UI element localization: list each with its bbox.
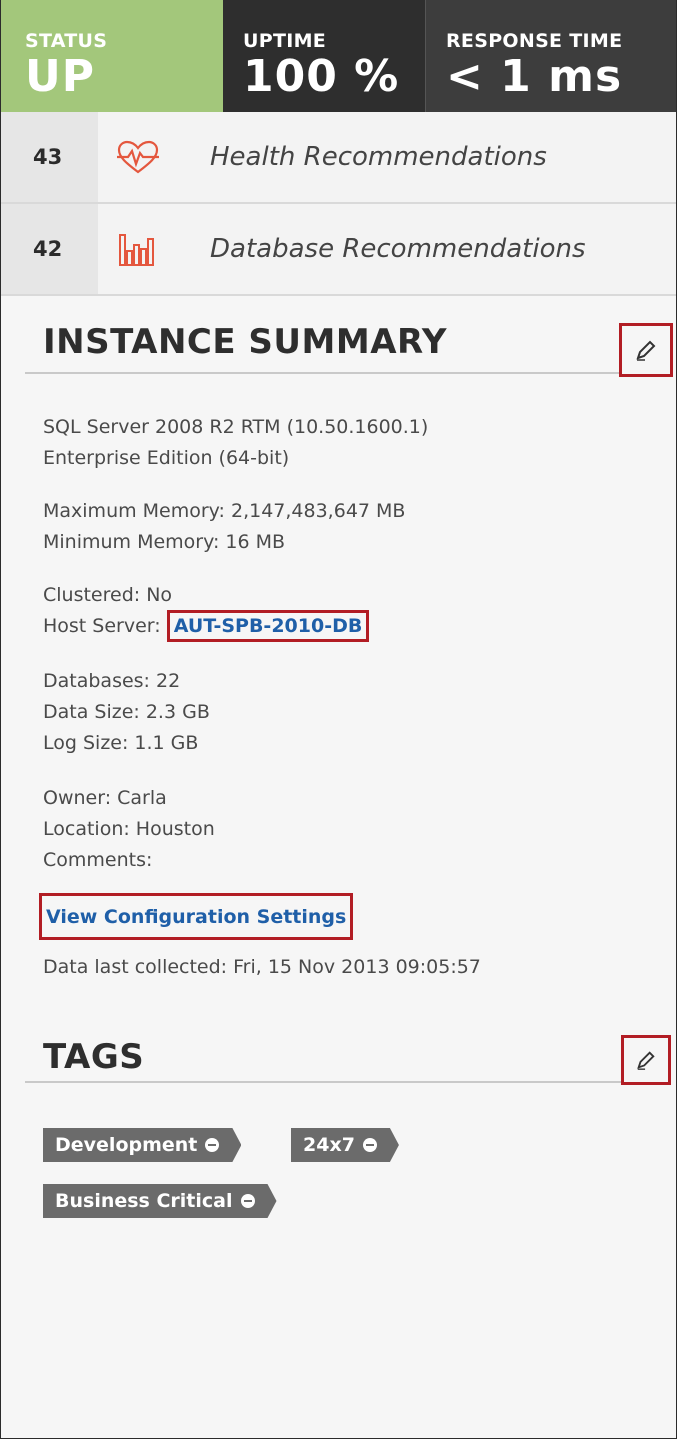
view-config-wrap: View Configuration Settings <box>39 893 354 940</box>
owner: Owner: Carla <box>43 787 167 809</box>
min-memory: Minimum Memory: 16 MB <box>43 531 286 553</box>
health-recommendations-row[interactable]: 43 Health Recommendations <box>1 112 676 204</box>
edition-line: Enterprise Edition (64-bit) <box>43 447 290 469</box>
tag-label: Development <box>55 1134 198 1156</box>
clustered: Clustered: No <box>43 584 173 606</box>
response-time-tile: RESPONSE TIME < 1 ms <box>425 0 676 112</box>
uptime-value: 100 % <box>243 51 400 102</box>
sql-version: SQL Server 2008 R2 RTM (10.50.1600.1) En… <box>43 412 428 474</box>
instance-details-panel: STATUS UP UPTIME 100 % RESPONSE TIME < 1… <box>0 0 677 1439</box>
status-label: STATUS <box>25 30 108 52</box>
pencil-icon <box>636 340 656 361</box>
health-recommendations-label: Health Recommendations <box>210 142 547 172</box>
status-bar: STATUS UP UPTIME 100 % RESPONSE TIME < 1… <box>1 0 676 112</box>
tag-24x7: 24x7 <box>291 1128 399 1162</box>
database-recommendations-label: Database Recommendations <box>210 234 586 264</box>
sql-version-line: SQL Server 2008 R2 RTM (10.50.1600.1) <box>43 416 429 438</box>
databases-count: Databases: 22 <box>43 670 181 692</box>
host-server-link[interactable]: AUT-SPB-2010-DB <box>166 610 370 642</box>
remove-tag-icon[interactable] <box>363 1138 377 1152</box>
tag-label: 24x7 <box>303 1134 355 1156</box>
uptime-tile: UPTIME 100 % <box>223 0 425 112</box>
instance-summary-title: INSTANCE SUMMARY <box>43 322 447 362</box>
uptime-label: UPTIME <box>243 30 327 52</box>
response-time-label: RESPONSE TIME <box>446 30 623 52</box>
data-size: Data Size: 2.3 GB <box>43 701 210 723</box>
bar-chart-icon <box>108 231 168 267</box>
last-collected: Data last collected: Fri, 15 Nov 2013 09… <box>43 956 481 978</box>
health-recommendations-count: 43 <box>1 112 98 202</box>
edit-instance-summary-button[interactable] <box>619 323 673 377</box>
tag-development: Development <box>43 1128 241 1162</box>
status-value: UP <box>25 51 95 102</box>
view-configuration-settings-link[interactable]: View Configuration Settings <box>39 893 354 940</box>
heart-pulse-icon <box>108 139 168 175</box>
database-recommendations-row[interactable]: 42 Database Recommendations <box>1 204 676 296</box>
host-info: Clustered: No Host Server: AUT-SPB-2010-… <box>43 580 370 642</box>
ownership-info: Owner: Carla Location: Houston Comments: <box>43 783 215 876</box>
tags-title: TAGS <box>43 1037 145 1077</box>
database-recommendations-count: 42 <box>1 204 98 294</box>
location: Location: Houston <box>43 818 215 840</box>
remove-tag-icon[interactable] <box>241 1194 255 1208</box>
remove-tag-icon[interactable] <box>205 1138 219 1152</box>
comments: Comments: <box>43 849 153 871</box>
pencil-icon <box>637 1051 655 1070</box>
tag-business-critical: Business Critical <box>43 1184 277 1218</box>
status-tile: STATUS UP <box>1 0 223 112</box>
response-time-value: < 1 ms <box>446 51 623 102</box>
host-server-line: Host Server: AUT-SPB-2010-DB <box>43 610 370 642</box>
storage-info: Databases: 22 Data Size: 2.3 GB Log Size… <box>43 666 210 759</box>
log-size: Log Size: 1.1 GB <box>43 732 199 754</box>
instance-summary-divider <box>25 372 655 374</box>
host-server-label: Host Server: <box>43 615 161 637</box>
tag-label: Business Critical <box>55 1190 233 1212</box>
max-memory: Maximum Memory: 2,147,483,647 MB <box>43 500 406 522</box>
edit-tags-button[interactable] <box>621 1035 671 1085</box>
tags-divider <box>25 1081 655 1083</box>
memory-info: Maximum Memory: 2,147,483,647 MB Minimum… <box>43 496 405 558</box>
